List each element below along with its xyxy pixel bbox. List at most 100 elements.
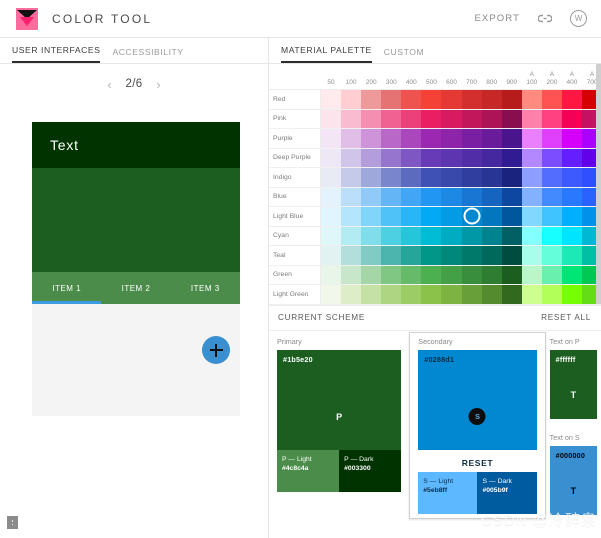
swatch-pink-50[interactable] (321, 109, 342, 128)
swatch-purple-100[interactable] (341, 129, 362, 148)
swatch-purple-50[interactable] (321, 129, 342, 148)
account-circle-icon[interactable]: W (570, 10, 587, 27)
swatch-cyan-A400[interactable] (561, 226, 583, 245)
swatch-deep-purple-A200[interactable] (541, 148, 562, 167)
swatch-cyan-300[interactable] (381, 226, 402, 245)
swatch-light-blue-A200[interactable] (541, 207, 562, 226)
swatch-cyan-50[interactable] (321, 226, 342, 245)
swatch-pink-100[interactable] (341, 109, 362, 128)
chevron-right-icon[interactable]: › (152, 77, 164, 92)
swatch-light-blue-A100[interactable] (521, 207, 542, 226)
swatch-pink-900[interactable] (501, 109, 522, 128)
swatch-deep-purple-A100[interactable] (521, 148, 542, 167)
swatch-light-blue-800[interactable] (481, 207, 502, 226)
swatch-pink-200[interactable] (361, 109, 382, 128)
swatch-red-500[interactable] (421, 90, 442, 109)
swatch-teal-800[interactable] (481, 246, 502, 265)
swatch-indigo-A200[interactable] (541, 168, 562, 187)
swatch-blue-500[interactable] (421, 187, 442, 206)
swatch-cyan-600[interactable] (441, 226, 462, 245)
swatch-red-A100[interactable] (521, 90, 542, 109)
swatch-pink-700[interactable] (461, 109, 482, 128)
swatch-cyan-100[interactable] (341, 226, 362, 245)
swatch-light-blue-100[interactable] (341, 207, 362, 226)
swatch-red-A200[interactable] (541, 90, 562, 109)
swatch-green-100[interactable] (341, 265, 362, 284)
swatch-indigo-500[interactable] (421, 168, 442, 187)
export-button[interactable]: EXPORT (475, 13, 521, 24)
palette-scrollbar[interactable] (596, 64, 601, 304)
swatch-red-200[interactable] (361, 90, 382, 109)
swatch-deep-purple-300[interactable] (381, 148, 402, 167)
swatch-light-blue-200[interactable] (361, 207, 382, 226)
swatch-green-200[interactable] (361, 265, 382, 284)
swatch-red-700[interactable] (461, 90, 482, 109)
swatch-teal-A400[interactable] (561, 246, 583, 265)
swatch-red-100[interactable] (341, 90, 362, 109)
swatch-blue-900[interactable] (501, 187, 522, 206)
swatch-deep-purple-200[interactable] (361, 148, 382, 167)
swatch-green-600[interactable] (441, 265, 462, 284)
primary-light-swatch[interactable]: P — Light #4c8c4a (277, 449, 340, 492)
tab-user-interfaces[interactable]: USER INTERFACES (12, 45, 101, 63)
swatch-blue-400[interactable] (401, 187, 422, 206)
swatch-purple-A100[interactable] (521, 129, 542, 148)
swatch-blue-100[interactable] (341, 187, 362, 206)
swatch-blue-50[interactable] (321, 187, 342, 206)
swatch-indigo-200[interactable] (361, 168, 382, 187)
swatch-light-green-A200[interactable] (541, 285, 562, 304)
swatch-green-900[interactable] (501, 265, 522, 284)
tab-custom[interactable]: CUSTOM (384, 47, 424, 63)
swatch-light-green-800[interactable] (481, 285, 502, 304)
swatch-indigo-50[interactable] (321, 168, 342, 187)
swatch-pink-600[interactable] (441, 109, 462, 128)
swatch-indigo-800[interactable] (481, 168, 502, 187)
swatch-green-A100[interactable] (521, 265, 542, 284)
swatch-teal-600[interactable] (441, 246, 462, 265)
swatch-green-A200[interactable] (541, 265, 562, 284)
secondary-swatch[interactable]: #0288d1 S RESET (418, 349, 537, 468)
swatch-purple-700[interactable] (461, 129, 482, 148)
swatch-blue-A100[interactable] (521, 187, 542, 206)
swatch-light-green-500[interactable] (421, 285, 442, 304)
link-icon[interactable] (538, 14, 552, 23)
swatch-green-800[interactable] (481, 265, 502, 284)
tab-accessibility[interactable]: ACCESSIBILITY (112, 47, 183, 63)
status-badge-icon[interactable] (7, 516, 18, 529)
swatch-cyan-900[interactable] (501, 226, 522, 245)
swatch-teal-300[interactable] (381, 246, 402, 265)
swatch-light-green-A100[interactable] (521, 285, 542, 304)
swatch-teal-400[interactable] (401, 246, 422, 265)
swatch-teal-A200[interactable] (541, 246, 562, 265)
swatch-light-green-300[interactable] (381, 285, 402, 304)
primary-color-card[interactable]: Primary #1b5e20 P P — Light #4c8c4a P — … (269, 337, 409, 519)
swatch-pink-500[interactable] (421, 109, 442, 128)
swatch-cyan-500[interactable] (421, 226, 442, 245)
swatch-purple-800[interactable] (481, 129, 502, 148)
swatch-light-blue-A400[interactable] (561, 207, 583, 226)
preview-tab-item-1[interactable]: ITEM 1 (32, 284, 101, 293)
swatch-blue-A200[interactable] (541, 187, 562, 206)
swatch-indigo-A100[interactable] (521, 168, 542, 187)
swatch-deep-purple-900[interactable] (501, 148, 522, 167)
swatch-light-green-400[interactable] (401, 285, 422, 304)
swatch-purple-A400[interactable] (561, 129, 583, 148)
swatch-green-700[interactable] (461, 265, 482, 284)
swatch-blue-A400[interactable] (561, 187, 583, 206)
swatch-deep-purple-100[interactable] (341, 148, 362, 167)
swatch-light-blue-500[interactable] (421, 207, 442, 226)
swatch-light-blue-900[interactable] (501, 207, 522, 226)
swatch-teal-100[interactable] (341, 246, 362, 265)
swatch-indigo-A400[interactable] (561, 168, 583, 187)
swatch-pink-A200[interactable] (541, 109, 562, 128)
swatch-purple-A200[interactable] (541, 129, 562, 148)
preview-tab-item-3[interactable]: ITEM 3 (171, 284, 240, 293)
swatch-teal-700[interactable] (461, 246, 482, 265)
swatch-green-300[interactable] (381, 265, 402, 284)
swatch-indigo-400[interactable] (401, 168, 422, 187)
swatch-light-green-900[interactable] (501, 285, 522, 304)
swatch-red-800[interactable] (481, 90, 502, 109)
swatch-indigo-600[interactable] (441, 168, 462, 187)
swatch-blue-800[interactable] (481, 187, 502, 206)
swatch-cyan-400[interactable] (401, 226, 422, 245)
